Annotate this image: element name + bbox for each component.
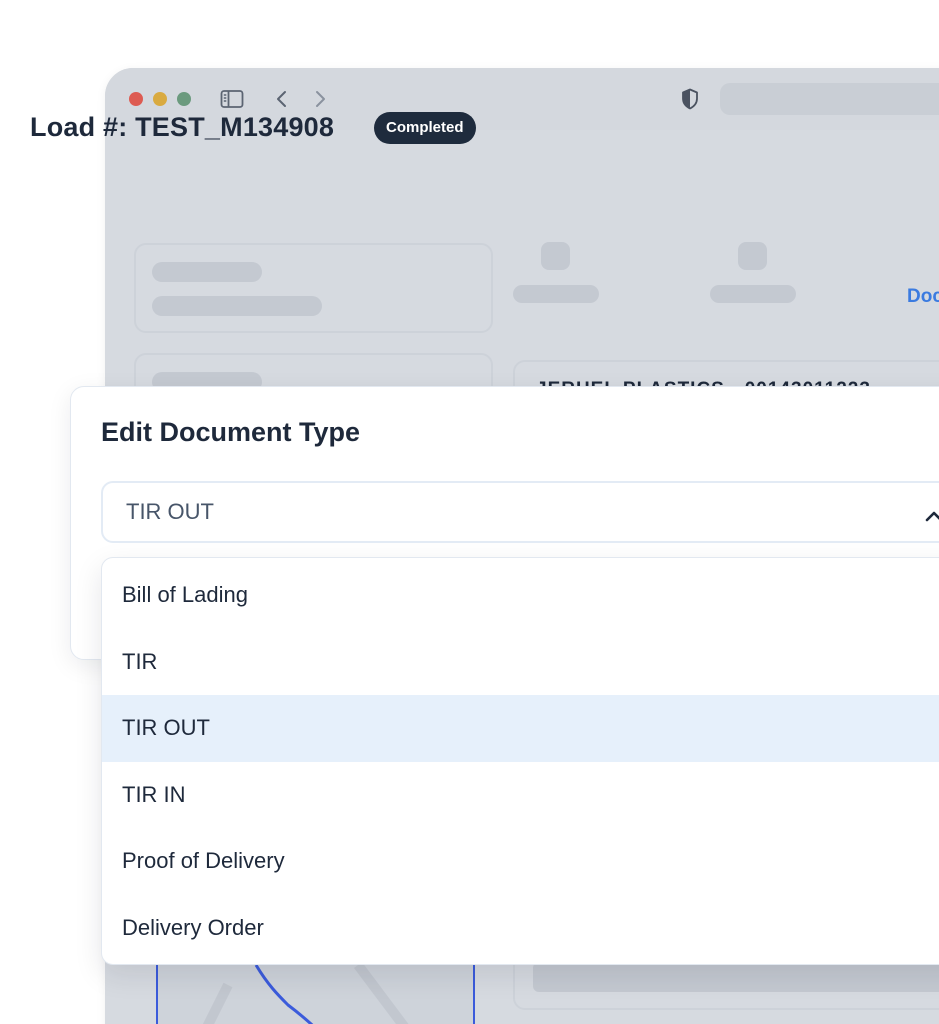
skeleton-bar (710, 285, 796, 303)
document-type-select[interactable]: TIR OUT (101, 481, 939, 543)
chevron-left-icon[interactable] (269, 87, 295, 111)
minimize-window-button[interactable] (153, 92, 167, 106)
option-delivery-order[interactable]: Delivery Order (102, 895, 939, 962)
sidebar-toggle-icon[interactable] (219, 87, 245, 111)
load-title: Load #: TEST_M134908 (30, 112, 335, 142)
skeleton-bar (152, 262, 262, 282)
option-proof-of-delivery[interactable]: Proof of Delivery (102, 828, 939, 895)
route-map-graphic (158, 965, 473, 1024)
shield-icon[interactable] (677, 87, 703, 111)
documents-tab-link[interactable]: Doc (907, 286, 939, 308)
stage: Load #: TEST_M134908 Completed Doc JERHE… (0, 0, 939, 1024)
option-tir-in[interactable]: TIR IN (102, 762, 939, 829)
skeleton-bar (533, 962, 939, 992)
chevron-right-icon[interactable] (307, 87, 333, 111)
option-bill-of-lading[interactable]: Bill of Lading (102, 562, 939, 629)
option-tir-out[interactable]: TIR OUT (102, 695, 939, 762)
address-bar[interactable] (720, 83, 939, 115)
skeleton-bar (513, 285, 599, 303)
skeleton-bar (152, 296, 322, 316)
document-type-options-list: Bill of Lading TIR TIR OUT TIR IN Proof … (101, 557, 939, 965)
document-type-select-value: TIR OUT (126, 499, 214, 524)
skeleton-icon (738, 242, 767, 270)
status-badge: Completed (374, 112, 476, 144)
modal-title: Edit Document Type (101, 417, 361, 447)
skeleton-icon (541, 242, 570, 270)
summary-card-skeleton (134, 243, 493, 333)
maximize-window-button[interactable] (177, 92, 191, 106)
option-tir[interactable]: TIR (102, 629, 939, 696)
close-window-button[interactable] (129, 92, 143, 106)
chevron-up-icon[interactable] (925, 503, 939, 529)
route-map (156, 965, 475, 1024)
